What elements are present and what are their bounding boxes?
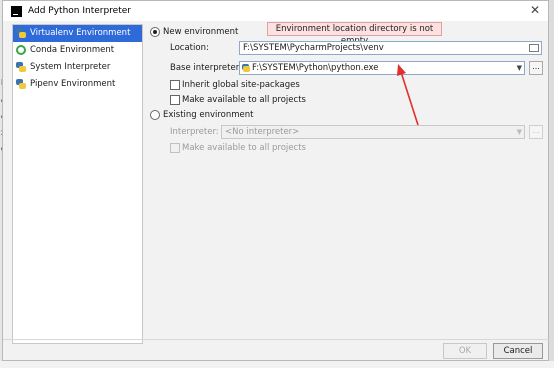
sidebar-item-conda[interactable]: Conda Environment	[13, 42, 142, 59]
inherit-global-checkbox[interactable]	[170, 80, 180, 90]
base-interpreter-select[interactable]: F:\SYSTEM\Python\python.exe ▼	[239, 61, 525, 75]
python-icon	[16, 62, 26, 72]
browse-interpreter-button[interactable]: ...	[529, 125, 543, 139]
location-value: F:\SYSTEM\PycharmProjects\venv	[243, 43, 384, 53]
interpreter-label: Interpreter:	[170, 127, 219, 137]
interpreter-select[interactable]: <No interpreter> ▼	[221, 125, 525, 139]
conda-icon	[16, 45, 26, 55]
environment-type-list: Virtualenv Environment Conda Environment…	[12, 24, 143, 344]
inherit-global-label: Inherit global site-packages	[182, 80, 300, 90]
sidebar-item-label: Pipenv Environment	[30, 79, 116, 89]
base-interpreter-value: F:\SYSTEM\Python\python.exe	[252, 63, 379, 73]
close-icon[interactable]: ✕	[530, 3, 540, 17]
error-tooltip: Environment location directory is not em…	[267, 22, 442, 46]
add-interpreter-dialog: Add Python Interpreter ✕ Virtualenv Envi…	[2, 0, 550, 361]
dialog-title: Add Python Interpreter	[28, 6, 131, 16]
make-available-checkbox[interactable]	[170, 95, 180, 105]
browse-base-interpreter-button[interactable]: ...	[529, 61, 543, 75]
background-strip-bottom	[0, 361, 554, 368]
ok-button[interactable]: OK	[443, 343, 487, 359]
title-bar: Add Python Interpreter ✕	[3, 1, 548, 21]
footer-divider	[3, 339, 550, 340]
sidebar-item-label: System Interpreter	[30, 62, 111, 72]
make-available-label: Make available to all projects	[182, 95, 306, 105]
sidebar-item-virtualenv[interactable]: Virtualenv Environment	[13, 25, 142, 42]
existing-environment-label: Existing environment	[163, 110, 254, 120]
location-field[interactable]: F:\SYSTEM\PycharmProjects\venv	[239, 41, 542, 55]
make-available-existing-checkbox[interactable]	[170, 143, 180, 153]
folder-icon[interactable]	[529, 44, 539, 52]
pycharm-app-icon	[11, 6, 22, 17]
virtualenv-icon	[16, 28, 26, 38]
existing-environment-radio[interactable]	[150, 110, 160, 120]
sidebar-item-pipenv[interactable]: Pipenv Environment	[13, 76, 142, 93]
chevron-down-icon: ▼	[516, 64, 522, 72]
chevron-down-icon: ▼	[516, 128, 522, 136]
sidebar-item-system[interactable]: System Interpreter	[13, 59, 142, 76]
location-label: Location:	[170, 43, 209, 53]
sidebar-item-label: Conda Environment	[30, 45, 115, 55]
environment-settings-panel: New environment Environment location dir…	[146, 21, 546, 341]
sidebar-item-label: Virtualenv Environment	[30, 28, 131, 38]
cancel-button[interactable]: Cancel	[493, 343, 543, 359]
interpreter-value: <No interpreter>	[225, 127, 300, 137]
pipenv-icon	[16, 79, 26, 89]
new-environment-radio[interactable]	[150, 27, 160, 37]
new-environment-label: New environment	[163, 27, 239, 37]
base-interpreter-label: Base interpreter:	[170, 63, 242, 73]
python-icon	[242, 64, 250, 72]
make-available-existing-label: Make available to all projects	[182, 143, 306, 153]
